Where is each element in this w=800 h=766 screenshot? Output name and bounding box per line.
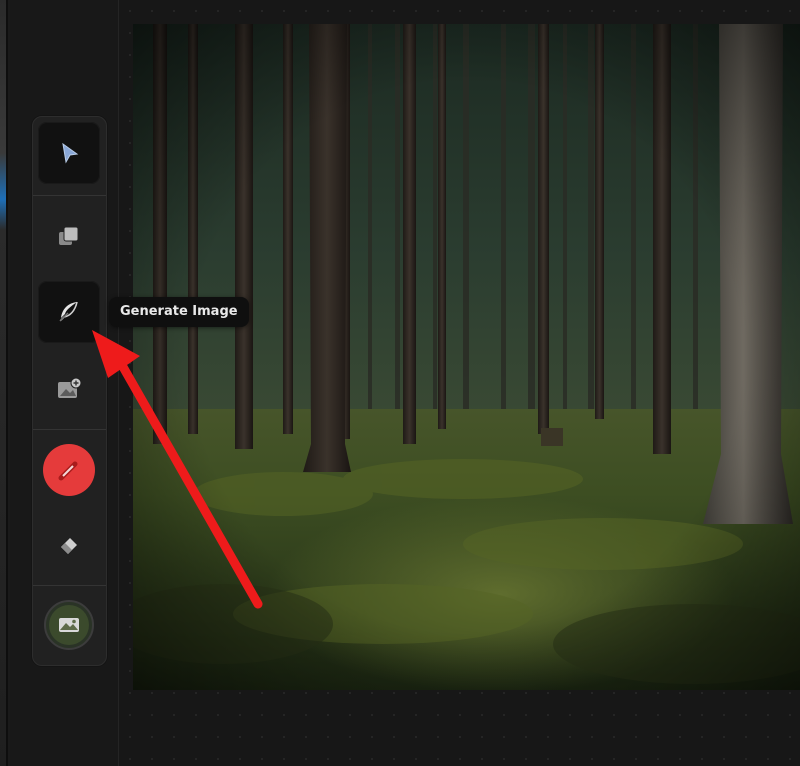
app-window: Generate Image [0, 0, 800, 766]
eraser-tool-button[interactable] [38, 513, 100, 575]
toolbar-divider [33, 195, 106, 196]
canvas-image[interactable] [133, 24, 800, 690]
eraser-icon [61, 538, 77, 554]
forest-photo [133, 24, 800, 690]
cursor-arrow-icon [62, 142, 79, 164]
background-image-button[interactable] [38, 594, 100, 656]
add-image-tool-button[interactable] [38, 358, 100, 420]
toolbar-divider [33, 585, 106, 586]
image-thumbnail-icon [44, 600, 94, 650]
select-tool-button[interactable] [38, 122, 100, 184]
feather-icon [59, 301, 78, 322]
toolbar-divider [33, 429, 106, 430]
left-window-edge [0, 0, 8, 766]
generate-image-tooltip: Generate Image [109, 297, 249, 327]
brush-tool-button[interactable] [38, 439, 100, 501]
layers-tool-button[interactable] [38, 205, 100, 267]
vertical-toolbar [32, 116, 107, 666]
image-plus-icon [58, 377, 82, 398]
layers-icon [59, 226, 79, 245]
generate-image-tool-button[interactable] [38, 281, 100, 343]
brush-icon [43, 444, 95, 496]
